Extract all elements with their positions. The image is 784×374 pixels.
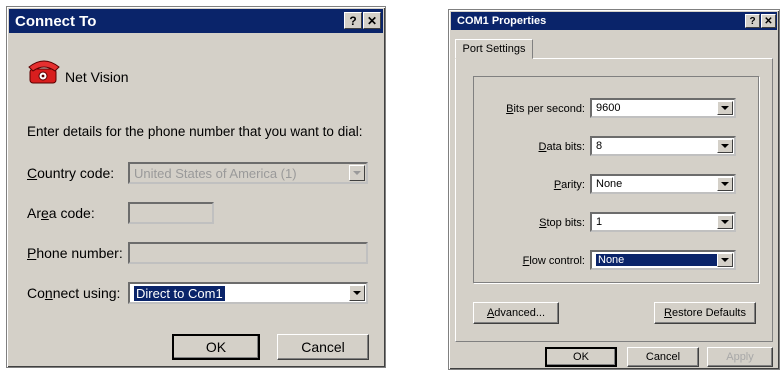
dropdown-arrow-icon[interactable] <box>349 165 365 181</box>
area-code-label: Area code: <box>27 205 95 221</box>
ok-button[interactable]: OK <box>172 334 260 360</box>
dropdown-arrow-icon[interactable] <box>349 285 365 301</box>
bits-per-second-select[interactable]: 9600 <box>590 98 736 118</box>
com1-title: COM1 Properties <box>457 15 547 27</box>
cancel-button[interactable]: Cancel <box>627 347 699 367</box>
area-code-field[interactable] <box>128 202 214 224</box>
tab-port-settings[interactable]: Port Settings <box>455 39 533 59</box>
apply-button[interactable]: Apply <box>707 347 773 367</box>
advanced-button[interactable]: Advanced... <box>473 302 559 324</box>
connect-using-select[interactable]: Direct to Com1 <box>128 282 368 304</box>
connect-to-titlebar[interactable]: Connect To ? ✕ <box>9 9 383 33</box>
parity-label: Parity: <box>553 179 585 191</box>
dropdown-arrow-icon[interactable] <box>717 139 733 153</box>
help-icon[interactable]: ? <box>344 12 362 29</box>
instruction-text: Enter details for the phone number that … <box>27 124 363 139</box>
dropdown-arrow-icon[interactable] <box>717 177 733 191</box>
dropdown-arrow-icon[interactable] <box>717 215 733 229</box>
dropdown-arrow-icon[interactable] <box>717 253 733 267</box>
stop-bits-select[interactable]: 1 <box>590 212 736 232</box>
connection-name: Net Vision <box>65 69 129 85</box>
com1-titlebar[interactable]: COM1 Properties ? ✕ <box>451 12 777 30</box>
data-bits-select[interactable]: 8 <box>590 136 736 156</box>
connect-to-dialog: Connect To ? ✕ Net Vision Enter details … <box>6 6 386 368</box>
stop-bits-label: Stop bits: <box>539 217 585 229</box>
close-icon[interactable]: ✕ <box>363 12 381 29</box>
country-code-label: Country code: <box>27 165 115 181</box>
close-icon[interactable]: ✕ <box>761 14 776 28</box>
connect-using-label: Connect using: <box>27 285 121 301</box>
restore-defaults-button[interactable]: Restore Defaults <box>654 302 756 324</box>
ok-button[interactable]: OK <box>545 347 617 367</box>
phone-number-label: Phone number: <box>27 245 123 261</box>
phone-number-field[interactable] <box>128 242 368 264</box>
flow-control-label: Flow control: <box>522 255 585 267</box>
data-bits-label: Data bits: <box>538 141 585 153</box>
help-icon[interactable]: ? <box>745 14 760 28</box>
bits-per-second-label: Bits per second: <box>506 103 585 115</box>
com1-properties-dialog: COM1 Properties ? ✕ Port Settings Bits p… <box>448 9 780 370</box>
connect-to-title: Connect To <box>15 12 97 30</box>
country-code-select[interactable]: United States of America (1) <box>128 162 368 184</box>
parity-select[interactable]: None <box>590 174 736 194</box>
cancel-button[interactable]: Cancel <box>277 334 369 360</box>
phone-icon <box>27 55 61 85</box>
flow-control-select[interactable]: None <box>590 250 736 270</box>
dropdown-arrow-icon[interactable] <box>717 101 733 115</box>
